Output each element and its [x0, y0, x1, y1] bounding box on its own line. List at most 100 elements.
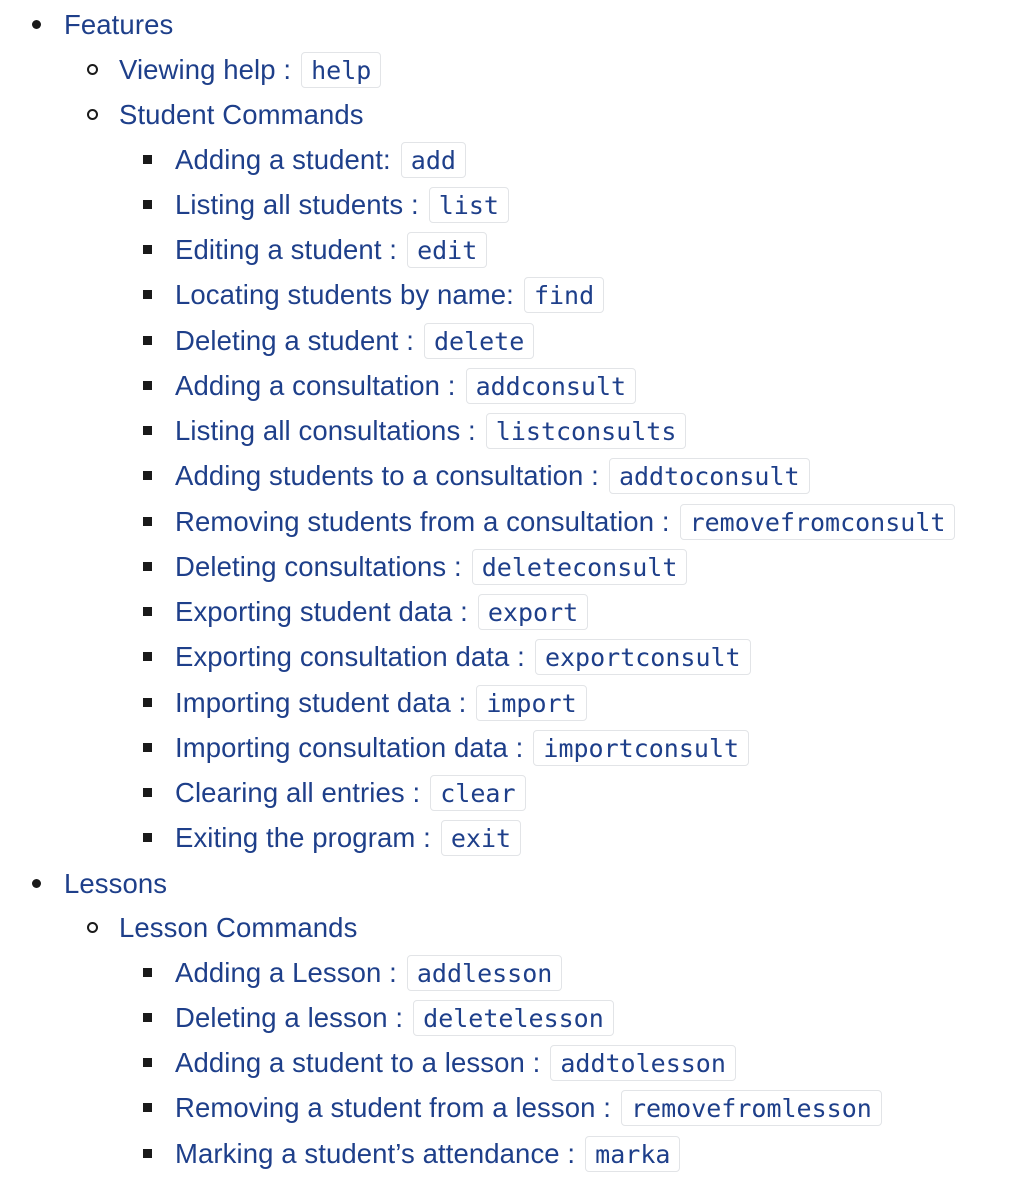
toc-item-edit: Editing a student : edit — [0, 227, 488, 272]
toc-item-list: Listing all students : list — [0, 182, 509, 227]
square-bullet — [143, 336, 152, 345]
toc-link-removefromlesson[interactable]: Removing a student from a lesson : — [175, 1092, 611, 1124]
toc-link-listconsults[interactable]: Listing all consultations : — [175, 415, 476, 447]
square-bullet — [143, 245, 152, 254]
toc-link-removefromconsult[interactable]: Removing students from a consultation : — [175, 506, 670, 538]
command-code: exit — [440, 819, 522, 856]
square-bullet — [143, 1058, 152, 1067]
toc-item-import: Importing student data : import — [0, 680, 587, 725]
circle-bullet — [87, 109, 98, 120]
square-bullet — [143, 968, 152, 977]
square-bullet — [143, 471, 152, 480]
command-code: clear — [430, 774, 526, 811]
disc-bullet — [32, 879, 41, 888]
command-code: addlesson — [406, 954, 563, 991]
toc-item-listconsults: Listing all consultations : listconsults — [0, 408, 687, 453]
toc-link-lessons[interactable]: Lessons — [64, 868, 167, 900]
toc-item-exportconsult: Exporting consultation data : exportcons… — [0, 634, 751, 679]
square-bullet — [143, 155, 152, 164]
toc-link-export[interactable]: Exporting student data : — [175, 596, 468, 628]
disc-bullet — [32, 20, 41, 29]
command-code: deleteconsult — [471, 548, 688, 585]
toc-item-deleteconsult: Deleting consultations : deleteconsult — [0, 544, 688, 589]
toc-link-exit[interactable]: Exiting the program : — [175, 822, 431, 854]
toc-link-find[interactable]: Locating students by name: — [175, 279, 514, 311]
command-code: importconsult — [533, 729, 750, 766]
toc-link-viewing-help[interactable]: Viewing help : — [119, 54, 291, 86]
square-bullet — [143, 607, 152, 616]
toc-link-student-commands[interactable]: Student Commands — [119, 99, 364, 131]
command-code: removefromconsult — [679, 503, 956, 540]
toc-item-exit: Exiting the program : exit — [0, 815, 522, 860]
toc-item-viewing-help: Viewing help : help — [0, 47, 382, 92]
toc-link-edit[interactable]: Editing a student : — [175, 234, 397, 266]
square-bullet — [143, 381, 152, 390]
command-code: listconsults — [485, 412, 687, 449]
command-code: addtoconsult — [608, 457, 810, 494]
toc-link-exportconsult[interactable]: Exporting consultation data : — [175, 641, 525, 673]
toc-item-find: Locating students by name: find — [0, 272, 605, 317]
toc-item-clear: Clearing all entries : clear — [0, 770, 526, 815]
square-bullet — [143, 743, 152, 752]
command-code: exportconsult — [534, 638, 751, 675]
toc-item-marka: Marking a student’s attendance : marka — [0, 1131, 681, 1176]
toc-item-lessons: Lessons — [0, 861, 167, 906]
toc-link-deleteconsult[interactable]: Deleting consultations : — [175, 551, 462, 583]
toc-item-features: Features — [0, 2, 173, 47]
circle-bullet — [87, 922, 98, 933]
square-bullet — [143, 200, 152, 209]
toc-link-list[interactable]: Listing all students : — [175, 189, 419, 221]
command-code: delete — [423, 322, 535, 359]
command-code: list — [428, 186, 509, 223]
square-bullet — [143, 290, 152, 299]
square-bullet — [143, 1103, 152, 1112]
command-code: addtolesson — [550, 1044, 736, 1081]
toc-item-delete: Deleting a student : delete — [0, 318, 535, 363]
toc-link-marka[interactable]: Marking a student’s attendance : — [175, 1138, 575, 1170]
toc-item-addtolesson: Adding a student to a lesson : addtoless… — [0, 1040, 736, 1085]
square-bullet — [143, 562, 152, 571]
command-code: add — [400, 141, 466, 178]
toc-link-addtolesson[interactable]: Adding a student to a lesson : — [175, 1047, 540, 1079]
command-code: import — [476, 684, 587, 721]
command-code: find — [523, 276, 605, 313]
toc-item-deletelesson: Deleting a lesson : deletelesson — [0, 995, 614, 1040]
toc-item-removefromconsult: Removing students from a consultation : … — [0, 499, 956, 544]
command-code: help — [301, 51, 382, 88]
square-bullet — [143, 1013, 152, 1022]
command-code: deletelesson — [413, 999, 614, 1036]
command-code: removefromlesson — [620, 1089, 882, 1126]
toc-item-export: Exporting student data : export — [0, 589, 589, 634]
toc-link-clear[interactable]: Clearing all entries : — [175, 777, 420, 809]
square-bullet — [143, 426, 152, 435]
toc-link-delete[interactable]: Deleting a student : — [175, 325, 414, 357]
toc-link-addconsult[interactable]: Adding a consultation : — [175, 370, 456, 402]
toc-link-lesson-commands[interactable]: Lesson Commands — [119, 912, 357, 944]
toc-item-addlesson: Adding a Lesson : addlesson — [0, 950, 563, 995]
square-bullet — [143, 698, 152, 707]
toc-link-addtoconsult[interactable]: Adding students to a consultation : — [175, 460, 599, 492]
toc-link-addlesson[interactable]: Adding a Lesson : — [175, 957, 397, 989]
toc-link-add[interactable]: Adding a student: — [175, 144, 391, 176]
toc-item-importconsult: Importing consultation data : importcons… — [0, 725, 750, 770]
toc-link-deletelesson[interactable]: Deleting a lesson : — [175, 1002, 403, 1034]
toc-item-add: Adding a student: add — [0, 137, 466, 182]
square-bullet — [143, 652, 152, 661]
command-code: export — [477, 593, 589, 630]
circle-bullet — [87, 64, 98, 75]
toc-item-removefromlesson: Removing a student from a lesson : remov… — [0, 1085, 882, 1130]
command-code: addconsult — [465, 367, 637, 404]
toc-link-importconsult[interactable]: Importing consultation data : — [175, 732, 523, 764]
toc-item-lesson-commands: Lesson Commands — [0, 905, 357, 950]
square-bullet — [143, 517, 152, 526]
toc-item-addtoconsult: Adding students to a consultation : addt… — [0, 453, 810, 498]
square-bullet — [143, 1149, 152, 1158]
toc-item-addconsult: Adding a consultation : addconsult — [0, 363, 637, 408]
toc-link-features[interactable]: Features — [64, 9, 173, 41]
command-code: edit — [407, 231, 488, 268]
toc-link-import[interactable]: Importing student data : — [175, 687, 466, 719]
square-bullet — [143, 833, 152, 842]
square-bullet — [143, 788, 152, 797]
command-code: marka — [585, 1135, 681, 1172]
toc-item-student-commands: Student Commands — [0, 92, 364, 137]
